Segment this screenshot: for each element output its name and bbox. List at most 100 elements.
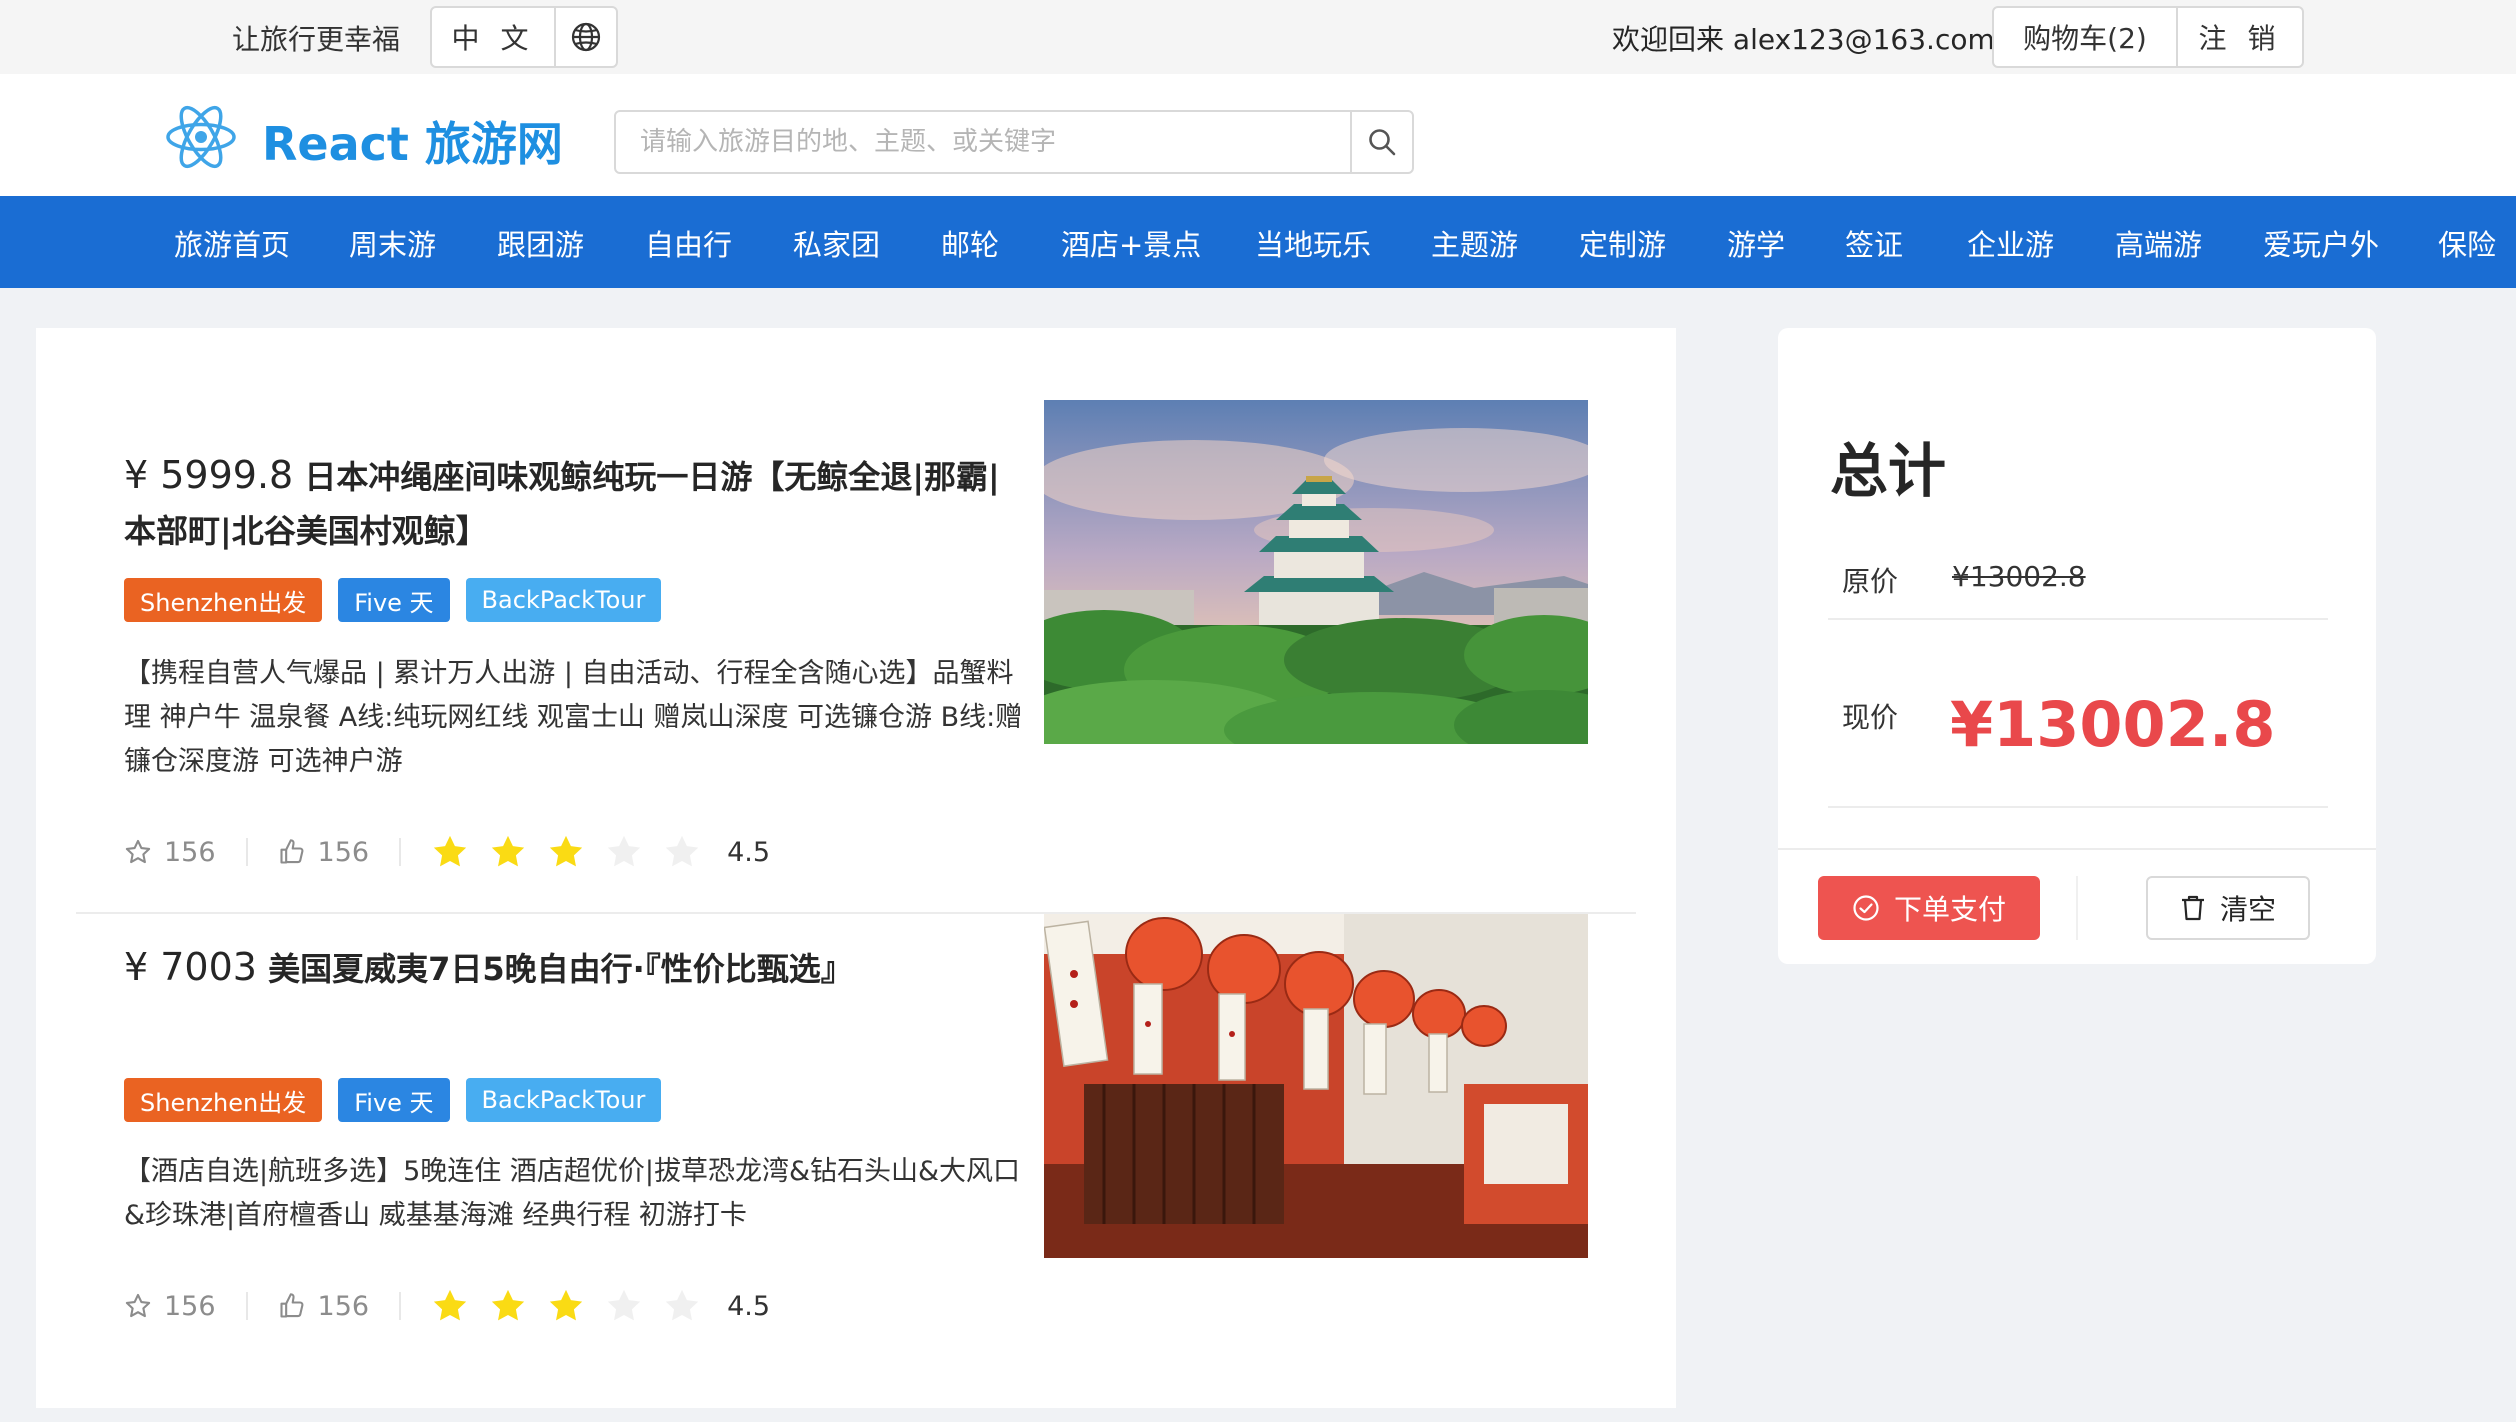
search-bar bbox=[614, 110, 1414, 174]
product-image[interactable] bbox=[1044, 914, 1588, 1258]
cart-button[interactable]: 购物车(2) bbox=[1994, 8, 2178, 66]
pay-button[interactable]: 下单支付 bbox=[1818, 876, 2040, 940]
favorite-count: 156 bbox=[164, 836, 216, 868]
star-empty-icon[interactable] bbox=[605, 833, 643, 871]
product-title[interactable]: ¥ 7003 美国夏威夷7日5晚自由行·『性价比甄选』 bbox=[124, 940, 1024, 996]
favorite-action[interactable]: 156 bbox=[124, 1291, 216, 1322]
product-tags: Shenzhen出发 Five 天 BackPackTour bbox=[124, 578, 662, 622]
departure-tag: Shenzhen出发 bbox=[124, 578, 323, 622]
product-item: ¥ 5999.8 日本冲绳座间味观鲸纯玩一日游【无鲸全退|那霸|本部町|北谷美国… bbox=[36, 328, 1676, 914]
top-bar: 让旅行更幸福 中 文 欢迎回来 alex123@163.com 购物车(2) 注… bbox=[0, 0, 2516, 74]
nav-item-private[interactable]: 私家团 bbox=[793, 222, 880, 264]
user-email: alex123@163.com bbox=[1732, 23, 1995, 56]
welcome-prefix: 欢迎回来 bbox=[1612, 23, 1725, 56]
button-divider bbox=[2076, 876, 2078, 940]
favorite-action[interactable]: 156 bbox=[124, 837, 216, 868]
nav-item-hotel-attraction[interactable]: 酒店+景点 bbox=[1061, 222, 1201, 264]
react-logo-icon[interactable] bbox=[164, 100, 238, 174]
clear-button[interactable]: 清空 bbox=[2146, 876, 2310, 940]
slogan: 让旅行更幸福 bbox=[232, 23, 401, 56]
star-outline-icon bbox=[125, 839, 151, 864]
nav-item-insurance[interactable]: 保险 bbox=[2438, 222, 2496, 264]
user-actions: 购物车(2) 注 销 bbox=[1992, 6, 2304, 68]
thumbs-up-icon bbox=[279, 1293, 304, 1318]
nav-item-outdoor[interactable]: 爱玩户外 bbox=[2263, 222, 2379, 264]
order-summary: 总计 原价 ¥13002.8 现价 ¥13002.8 下单支付 清空 bbox=[1778, 328, 2376, 964]
star-filled-icon[interactable] bbox=[489, 833, 527, 871]
current-price-label: 现价 bbox=[1842, 701, 1899, 734]
like-action[interactable]: 156 bbox=[278, 1290, 370, 1322]
product-title[interactable]: ¥ 5999.8 日本冲绳座间味观鲸纯玩一日游【无鲸全退|那霸|本部町|北谷美国… bbox=[124, 448, 1024, 558]
nav-item-theme[interactable]: 主题游 bbox=[1431, 222, 1518, 264]
logout-button[interactable]: 注 销 bbox=[2178, 8, 2302, 66]
header: React 旅游网 bbox=[0, 74, 2516, 196]
welcome-text: 欢迎回来 alex123@163.com bbox=[1612, 18, 1995, 58]
departure-tag: Shenzhen出发 bbox=[124, 1078, 323, 1122]
nav-item-home[interactable]: 旅游首页 bbox=[174, 222, 290, 264]
like-count: 156 bbox=[317, 836, 370, 868]
star-empty-icon[interactable] bbox=[663, 833, 701, 871]
nav-item-custom[interactable]: 定制游 bbox=[1579, 222, 1666, 264]
rating-stars[interactable] bbox=[431, 1287, 701, 1325]
divider bbox=[245, 838, 248, 866]
main-nav: 旅游首页 周末游 跟团游 自由行 私家团 邮轮 酒店+景点 当地玩乐 主题游 定… bbox=[0, 196, 2516, 288]
tour-type-tag: BackPackTour bbox=[465, 1078, 662, 1122]
language-switcher: 中 文 bbox=[430, 6, 618, 68]
product-tags: Shenzhen出发 Five 天 BackPackTour bbox=[124, 1078, 662, 1122]
trash-icon bbox=[2181, 895, 2204, 921]
check-circle-icon bbox=[1853, 895, 1879, 921]
nav-item-weekend[interactable]: 周末游 bbox=[349, 222, 436, 264]
nav-item-corporate[interactable]: 企业游 bbox=[1967, 222, 2054, 264]
product-item: ¥ 7003 美国夏威夷7日5晚自由行·『性价比甄选』 Shenzhen出发 F… bbox=[36, 914, 1676, 1408]
star-empty-icon[interactable] bbox=[605, 1287, 643, 1325]
actions-divider bbox=[1778, 848, 2376, 850]
product-actions: 156 156 4.5 bbox=[124, 830, 770, 874]
star-filled-icon[interactable] bbox=[431, 1287, 469, 1325]
divider bbox=[399, 838, 402, 866]
product-list: ¥ 5999.8 日本冲绳座间味观鲸纯玩一日游【无鲸全退|那霸|本部町|北谷美国… bbox=[36, 328, 1676, 1408]
globe-icon[interactable] bbox=[556, 8, 616, 66]
nav-item-visa[interactable]: 签证 bbox=[1845, 222, 1903, 264]
nav-item-study[interactable]: 游学 bbox=[1727, 222, 1785, 264]
divider bbox=[245, 1292, 248, 1320]
nav-item-independent[interactable]: 自由行 bbox=[645, 222, 732, 264]
star-filled-icon[interactable] bbox=[431, 833, 469, 871]
product-price: ¥ 7003 bbox=[124, 945, 257, 989]
rating-value: 4.5 bbox=[727, 836, 771, 868]
product-image[interactable] bbox=[1044, 400, 1588, 744]
product-description: 【酒店自选|航班多选】5晚连住 酒店超优价|拔草恐龙湾&钻石头山&大风口&珍珠港… bbox=[124, 1156, 1021, 1231]
product-price: ¥ 5999.8 bbox=[124, 453, 294, 497]
divider bbox=[399, 1292, 402, 1320]
nav-item-cruise[interactable]: 邮轮 bbox=[941, 222, 999, 264]
nav-item-local[interactable]: 当地玩乐 bbox=[1255, 222, 1371, 264]
rating-stars[interactable] bbox=[431, 833, 701, 871]
castle-image bbox=[1044, 400, 1588, 744]
star-filled-icon[interactable] bbox=[547, 1287, 585, 1325]
language-button[interactable]: 中 文 bbox=[432, 8, 556, 66]
search-icon bbox=[1369, 129, 1396, 156]
like-count: 156 bbox=[317, 1290, 370, 1322]
star-empty-icon[interactable] bbox=[663, 1287, 701, 1325]
search-input[interactable] bbox=[616, 112, 1350, 172]
rating-value: 4.5 bbox=[727, 1290, 771, 1322]
search-button[interactable] bbox=[1350, 112, 1412, 172]
nav-item-luxury[interactable]: 高端游 bbox=[2115, 222, 2202, 264]
original-price: ¥13002.8 bbox=[1952, 560, 2086, 593]
product-name: 美国夏威夷7日5晚自由行·『性价比甄选』 bbox=[268, 950, 853, 988]
tour-type-tag: BackPackTour bbox=[465, 578, 662, 622]
lantern-shrine-image bbox=[1044, 914, 1588, 1258]
product-description: 【携程自营人气爆品 | 累计万人出游 | 自由活动、行程全含随心选】品蟹料理 神… bbox=[124, 658, 1023, 777]
site-title[interactable]: React 旅游网 bbox=[262, 108, 563, 174]
star-filled-icon[interactable] bbox=[547, 833, 585, 871]
original-price-label: 原价 bbox=[1842, 565, 1899, 598]
summary-divider bbox=[1828, 618, 2328, 620]
clear-button-label: 清空 bbox=[2219, 893, 2276, 926]
star-filled-icon[interactable] bbox=[489, 1287, 527, 1325]
like-action[interactable]: 156 bbox=[278, 836, 370, 868]
product-actions: 156 156 4.5 bbox=[124, 1284, 770, 1328]
nav-item-group-tour[interactable]: 跟团游 bbox=[497, 222, 584, 264]
star-outline-icon bbox=[125, 1293, 151, 1318]
duration-tag: Five 天 bbox=[338, 578, 450, 622]
current-price: ¥13002.8 bbox=[1950, 688, 2276, 761]
thumbs-up-icon bbox=[279, 839, 304, 864]
